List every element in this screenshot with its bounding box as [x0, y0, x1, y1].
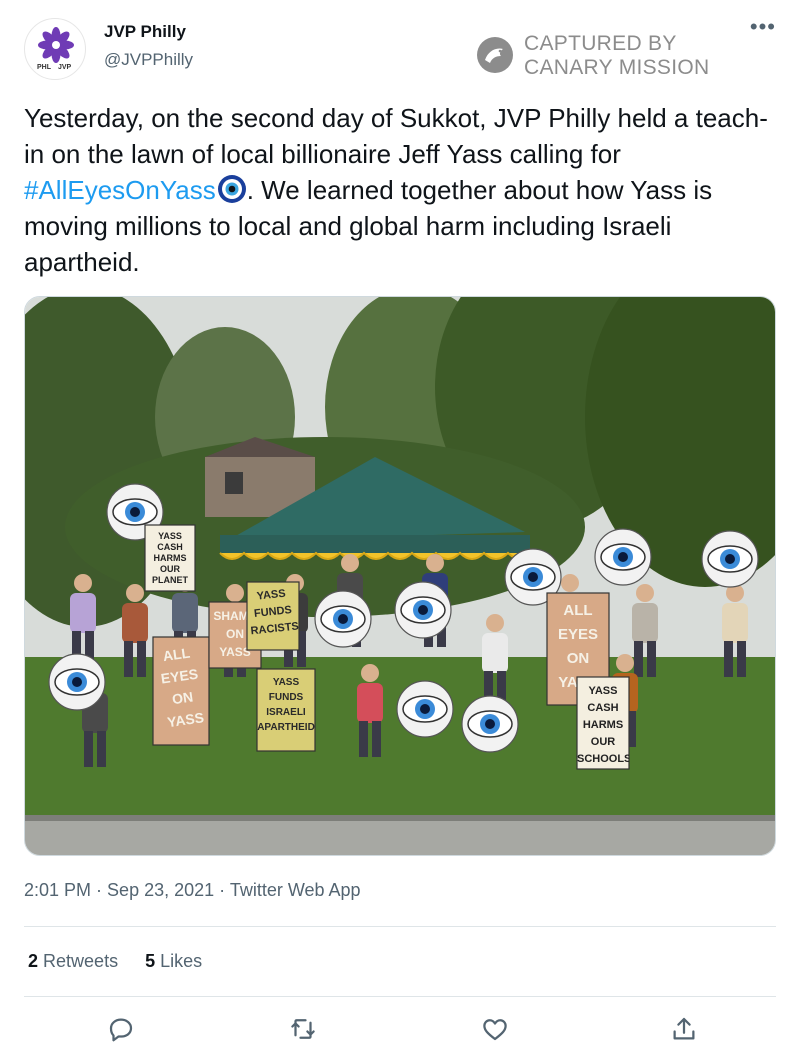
action-bar [24, 1010, 776, 1050]
tweet-source-app[interactable]: Twitter Web App [230, 880, 361, 900]
likes-stat[interactable]: 5 Likes [145, 951, 202, 971]
share-icon[interactable] [669, 1014, 699, 1044]
tweet-meta: 2:01 PM · Sep 23, 2021 · Twitter Web App [24, 880, 361, 901]
tweet-photo[interactable]: YASS CASH HARMS OUR PLANET ALL EYES ON Y… [24, 296, 776, 856]
lawn [25, 657, 775, 817]
retweets-label: Retweets [43, 951, 119, 971]
protest-photo-illustration: YASS CASH HARMS OUR PLANET ALL EYES ON Y… [25, 297, 775, 855]
meta-separator: · [91, 880, 108, 900]
curb [25, 817, 775, 855]
tweet-date[interactable]: Sep 23, 2021 [107, 880, 214, 900]
retweets-stat[interactable]: 2 Retweets [28, 951, 118, 971]
heart-icon[interactable] [480, 1014, 510, 1044]
divider [24, 996, 776, 997]
avatar-text-left: PHL [37, 64, 52, 71]
display-name[interactable]: JVP Philly [104, 22, 186, 42]
sign-yass-funds-racists: YASS FUNDS RACISTS [246, 581, 300, 651]
nazar-amulet-icon [217, 175, 246, 203]
tweet-stats: 2 Retweets 5 Likes [28, 951, 224, 972]
sign-yass-cash-harms-schools: YASS CASH HARMS OUR SCHOOLS [576, 676, 630, 770]
sign-yass-cash-harms-planet: YASS CASH HARMS OUR PLANET [144, 524, 196, 592]
tweet-time[interactable]: 2:01 PM [24, 880, 91, 900]
reply-icon[interactable] [106, 1014, 136, 1044]
retweets-count: 2 [28, 951, 39, 971]
user-handle[interactable]: @JVPPhilly [104, 50, 193, 70]
hashtag-link[interactable]: #AllEyesOnYass [24, 175, 216, 205]
retweet-icon[interactable] [288, 1014, 318, 1044]
watermark-line2: CANARY MISSION [524, 56, 710, 79]
tweet-text: Yesterday, on the second day of Sukkot, … [24, 100, 784, 280]
likes-count: 5 [145, 951, 156, 971]
jvp-logo-icon: PHL JVP [37, 27, 74, 71]
watermark-line1: CAPTURED BY [524, 32, 677, 55]
sign-yass-funds-israeli-apartheid: YASS FUNDS ISRAELI APARTHEID [256, 668, 316, 752]
avatar-text-right: JVP [58, 64, 72, 71]
tweet-text-part1: Yesterday, on the second day of Sukkot, … [24, 103, 768, 169]
divider [24, 926, 776, 927]
more-options-icon[interactable]: ••• [750, 14, 776, 40]
canary-mission-logo-icon [477, 37, 513, 73]
watermark: CAPTURED BY CANARY MISSION [476, 30, 736, 84]
likes-label: Likes [160, 951, 203, 971]
avatar[interactable]: PHL JVP [24, 18, 86, 80]
meta-separator: · [214, 880, 230, 900]
sign-all-eyes-on-yass-left: ALL EYES ON YASS [152, 636, 210, 746]
